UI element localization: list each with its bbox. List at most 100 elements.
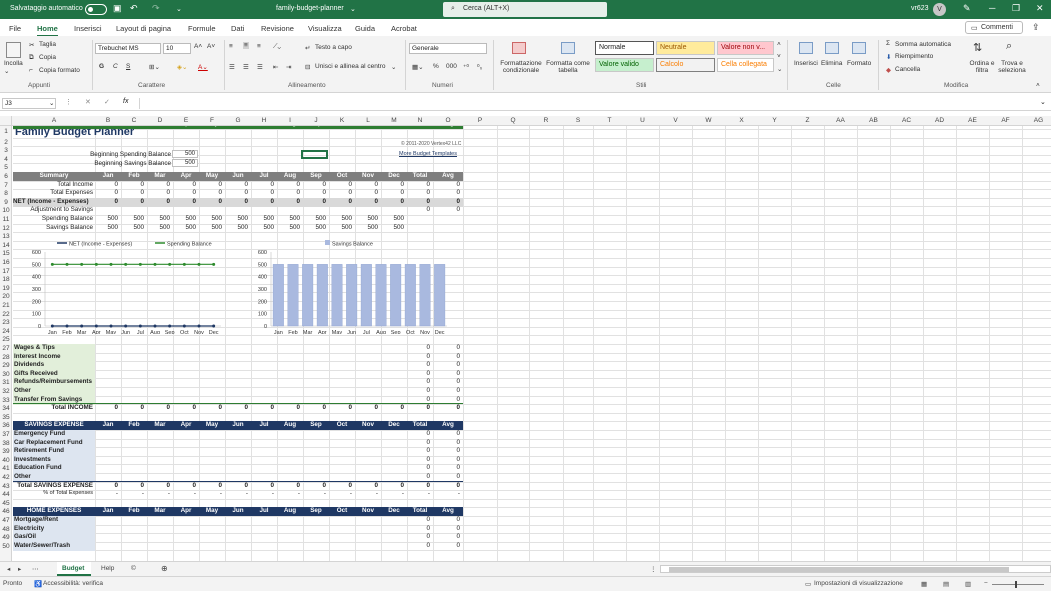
row-header-47[interactable]: 47 — [0, 517, 12, 524]
row-header-1[interactable]: 1 — [0, 128, 12, 135]
page-layout-view-icon[interactable]: ▤ — [943, 580, 949, 588]
col-header-q[interactable]: Q — [497, 117, 529, 124]
col-header-o[interactable]: O — [433, 117, 463, 124]
col-header-k[interactable]: K — [329, 117, 355, 124]
tab-help[interactable]: Guida — [355, 24, 375, 33]
income-row-label[interactable]: Refunds/Reimbursements — [14, 378, 92, 385]
beginning-savings-input[interactable]: 500 — [172, 159, 198, 167]
decrease-decimal-icon[interactable]: ⁰₀ — [477, 63, 482, 71]
underline-icon[interactable]: S — [126, 63, 130, 70]
currency-icon[interactable]: ▦⌄ — [412, 63, 424, 71]
tab-page-layout[interactable]: Layout di pagina — [116, 24, 171, 33]
row-header-20[interactable]: 20 — [0, 293, 12, 300]
pen-icon[interactable]: ✎ — [963, 3, 971, 14]
format-painter-icon[interactable]: ⌐ — [29, 67, 33, 74]
comments-button[interactable]: ▭ Commenti — [965, 21, 1023, 34]
tab-insert[interactable]: Inserisci — [74, 24, 102, 33]
row-header-41[interactable]: 41 — [0, 465, 12, 472]
savings-row-label[interactable]: Retirement Fund — [14, 447, 64, 454]
savings-row-label[interactable]: Car Replacement Fund — [14, 439, 83, 446]
row-header-46[interactable]: 46 — [0, 508, 12, 515]
tab-formulas[interactable]: Formule — [188, 24, 216, 33]
col-header-e[interactable]: E — [173, 117, 199, 124]
row-header-44[interactable]: 44 — [0, 491, 12, 498]
minimize-icon[interactable]: ─ — [989, 3, 995, 13]
align-left-icon[interactable]: ☰ — [229, 63, 235, 71]
save-icon[interactable]: ▣ — [113, 3, 122, 14]
col-header-u[interactable]: U — [626, 117, 659, 124]
row-header-7[interactable]: 7 — [0, 182, 12, 189]
format-cells-button[interactable]: Formato — [847, 60, 871, 67]
row-header-34[interactable]: 34 — [0, 405, 12, 412]
col-header-ag[interactable]: AG — [1022, 117, 1051, 124]
row-header-27[interactable]: 27 — [0, 345, 12, 352]
redo-icon[interactable]: ↷ — [152, 3, 160, 14]
col-header-h[interactable]: H — [251, 117, 277, 124]
zoom-out-icon[interactable]: − — [984, 580, 988, 587]
col-header-c[interactable]: C — [121, 117, 147, 124]
autosum-icon[interactable]: Σ — [886, 40, 890, 47]
row-header-13[interactable]: 13 — [0, 233, 12, 240]
copy-button[interactable]: Copia — [39, 54, 56, 61]
row-header-33[interactable]: 33 — [0, 397, 12, 404]
home-row-label[interactable]: Gas/Oil — [14, 533, 36, 540]
col-header-n[interactable]: N — [407, 117, 433, 124]
zoom-slider-thumb[interactable] — [1015, 581, 1017, 588]
find-select-button[interactable]: Trova e seleziona — [996, 60, 1028, 74]
align-bottom-icon[interactable]: ≡ — [257, 43, 261, 50]
col-header-b[interactable]: B — [95, 117, 121, 124]
orientation-icon[interactable]: ⟋⌄ — [273, 43, 281, 51]
savings-row-label[interactable]: Education Fund — [14, 464, 62, 471]
format-painter-button[interactable]: Copia formato — [39, 67, 80, 74]
col-header-y[interactable]: Y — [758, 117, 791, 124]
italic-icon[interactable]: C — [113, 63, 118, 70]
font-size-dropdown[interactable]: 10 — [163, 43, 191, 54]
row-header-29[interactable]: 29 — [0, 362, 12, 369]
conditional-formatting-button[interactable]: Formattazione condizionale — [498, 60, 544, 74]
row-header-48[interactable]: 48 — [0, 526, 12, 533]
row-header-42[interactable]: 42 — [0, 474, 12, 481]
row-header-37[interactable]: 37 — [0, 431, 12, 438]
autosave-toggle[interactable] — [85, 4, 107, 15]
income-row-label[interactable]: Gifts Received — [14, 370, 58, 377]
more-sheets-icon[interactable]: ⋯ — [32, 565, 39, 573]
row-header-40[interactable]: 40 — [0, 457, 12, 464]
row-header-14[interactable]: 14 — [0, 242, 12, 249]
row-header-9[interactable]: 9 — [0, 199, 12, 206]
display-settings-icon[interactable]: ▭ — [805, 580, 811, 588]
name-box[interactable]: J3 — [2, 98, 56, 109]
font-name-dropdown[interactable]: Trebuchet MS — [95, 43, 161, 54]
home-row-label[interactable]: Mortgage/Rent — [14, 516, 58, 523]
row-header-49[interactable]: 49 — [0, 534, 12, 541]
row-header-28[interactable]: 28 — [0, 354, 12, 361]
merge-button[interactable]: Unisci e allinea al centro — [315, 63, 385, 70]
increase-font-icon[interactable]: A˄ — [194, 43, 202, 50]
styles-scroll-down-icon[interactable]: ˅ — [777, 53, 781, 60]
wrap-text-icon[interactable]: ↵ — [305, 44, 310, 52]
row-header-22[interactable]: 22 — [0, 311, 12, 318]
style-bad[interactable]: Valore non v... — [717, 41, 774, 55]
cut-button[interactable]: Taglia — [39, 41, 56, 48]
align-right-icon[interactable]: ☰ — [257, 63, 263, 71]
tab-review[interactable]: Revisione — [261, 24, 294, 33]
number-format-dropdown[interactable]: Generale — [409, 43, 487, 54]
row-header-17[interactable]: 17 — [0, 268, 12, 275]
style-good[interactable]: Valore valido — [595, 58, 654, 72]
row-header-10[interactable]: 10 — [0, 207, 12, 214]
merge-icon[interactable]: ⊟ — [305, 63, 310, 71]
col-header-d[interactable]: D — [147, 117, 173, 124]
delete-cells-button[interactable]: Elimina — [821, 60, 842, 67]
collapse-ribbon-icon[interactable]: ˄ — [1036, 82, 1040, 89]
select-all-corner[interactable] — [0, 116, 12, 126]
row-header-11[interactable]: 11 — [0, 216, 12, 223]
row-header-23[interactable]: 23 — [0, 319, 12, 326]
formula-input[interactable] — [141, 97, 1041, 110]
savings-row-label[interactable]: Investments — [14, 456, 51, 463]
sheet-tab-budget[interactable]: Budget — [57, 562, 91, 576]
col-header-z[interactable]: Z — [791, 117, 824, 124]
tab-splitter-icon[interactable]: ⋮ — [650, 565, 657, 573]
scroll-thumb[interactable] — [669, 567, 1009, 572]
savings-row-label[interactable]: Other — [14, 473, 31, 480]
row-header-6[interactable]: 6 — [0, 173, 12, 180]
income-row-label[interactable]: Transfer From Savings — [14, 396, 82, 403]
